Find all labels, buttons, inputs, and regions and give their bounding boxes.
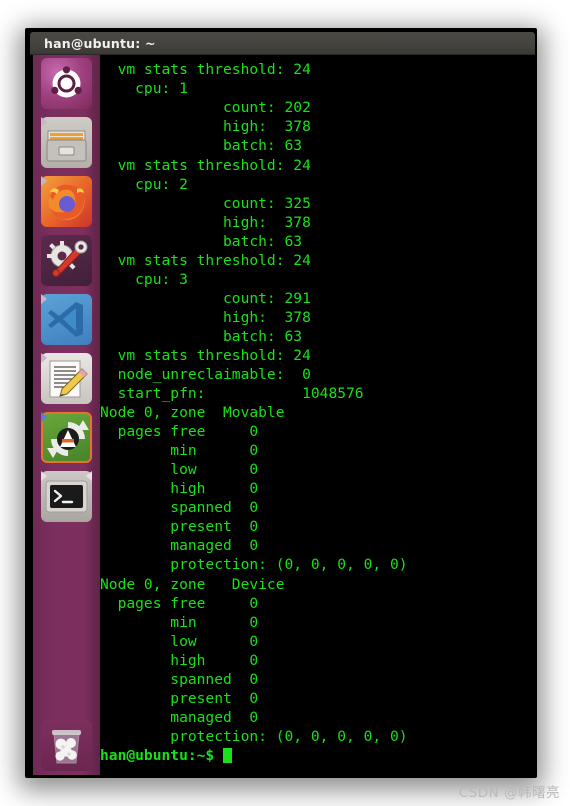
window-titlebar[interactable]: han@ubuntu: ~ xyxy=(30,32,535,55)
terminal-window[interactable]: han@ubuntu: ~ vm stats threshold: 24 cpu… xyxy=(30,32,535,775)
launcher-item-trash[interactable] xyxy=(41,720,92,771)
terminal-line: low 0 xyxy=(100,632,259,650)
terminal-icon xyxy=(41,471,92,522)
files-icon xyxy=(41,117,92,168)
terminal-line: spanned 0 xyxy=(100,670,259,688)
launcher-selection-arrow-left xyxy=(41,353,47,363)
launcher-selection-arrow-left xyxy=(41,117,47,127)
terminal-prompt-line: han@ubuntu:~$ xyxy=(100,746,408,765)
launcher-selection-arrow-left xyxy=(41,412,47,422)
terminal-line: cpu: 3 xyxy=(100,270,188,288)
terminal-line: count: 291 xyxy=(100,289,311,307)
launcher-item-software-updater[interactable] xyxy=(41,412,92,463)
terminal-line: node_unreclaimable: 0 xyxy=(100,366,311,384)
launcher-item-terminal[interactable] xyxy=(41,471,92,522)
terminal-line: batch: 63 xyxy=(100,232,303,250)
desktop-background: han@ubuntu: ~ vm stats threshold: 24 cpu… xyxy=(0,0,570,806)
terminal-line: vm stats threshold: 24 xyxy=(100,346,311,364)
launcher-selection-arrow-left xyxy=(41,176,47,186)
text-editor-icon xyxy=(41,353,92,404)
launcher-item-system-tools[interactable] xyxy=(41,235,92,286)
launcher-item-vscode[interactable] xyxy=(41,294,92,345)
terminal-line: vm stats threshold: 24 xyxy=(100,251,311,269)
terminal-line: vm stats threshold: 24 xyxy=(100,61,311,79)
trash-icon xyxy=(41,720,92,771)
terminal-line: protection: (0, 0, 0, 0, 0) xyxy=(100,727,408,745)
terminal-line: batch: 63 xyxy=(100,137,303,155)
firefox-icon xyxy=(41,176,92,227)
terminal-line: protection: (0, 0, 0, 0, 0) xyxy=(100,556,408,574)
terminal-line: min 0 xyxy=(100,442,259,460)
terminal-line: Node 0, zone Device xyxy=(100,575,285,593)
terminal-line: high 0 xyxy=(100,651,259,669)
launcher-item-firefox[interactable] xyxy=(41,176,92,227)
text-cursor xyxy=(223,747,233,763)
terminal-line: start_pfn: 1048576 xyxy=(100,385,364,403)
terminal-line: managed 0 xyxy=(100,708,259,726)
terminal-line: count: 202 xyxy=(100,99,311,117)
vscode-icon xyxy=(41,294,92,345)
terminal-output-area[interactable]: vm stats threshold: 24 cpu: 1 count: 202… xyxy=(30,55,535,775)
watermark: CSDN @韩曙亮 xyxy=(458,785,560,801)
ubuntu-icon xyxy=(41,58,92,109)
tools-icon xyxy=(41,235,92,286)
terminal-line: low 0 xyxy=(100,461,259,479)
launcher-item-text-editor[interactable] xyxy=(41,353,92,404)
terminal-line: managed 0 xyxy=(100,537,259,555)
terminal-line: Node 0, zone Movable xyxy=(100,404,285,422)
terminal-line: min 0 xyxy=(100,613,259,631)
shell-prompt: han@ubuntu:~$ xyxy=(100,746,224,764)
terminal-line: high 0 xyxy=(100,480,259,498)
launcher-selection-arrow-right xyxy=(86,471,92,481)
terminal-line: high: 378 xyxy=(100,213,311,231)
terminal-line: pages free 0 xyxy=(100,594,259,612)
launcher-selection-arrow-left xyxy=(41,471,47,481)
terminal-line: present 0 xyxy=(100,689,259,707)
terminal-text: vm stats threshold: 24 cpu: 1 count: 202… xyxy=(100,60,408,765)
terminal-line: cpu: 2 xyxy=(100,175,188,193)
window-title: han@ubuntu: ~ xyxy=(44,35,156,51)
terminal-line: cpu: 1 xyxy=(100,80,188,98)
terminal-line: present 0 xyxy=(100,518,259,536)
terminal-line: high: 378 xyxy=(100,308,311,326)
unity-launcher[interactable] xyxy=(33,55,100,775)
launcher-item-files[interactable] xyxy=(41,117,92,168)
terminal-line: spanned 0 xyxy=(100,499,259,517)
terminal-line: vm stats threshold: 24 xyxy=(100,156,311,174)
launcher-item-ubuntu-dash[interactable] xyxy=(41,58,92,109)
software-updater-icon xyxy=(41,412,92,463)
terminal-line: count: 325 xyxy=(100,194,311,212)
terminal-line: high: 378 xyxy=(100,118,311,136)
terminal-line: pages free 0 xyxy=(100,423,259,441)
launcher-selection-arrow-left xyxy=(41,294,47,304)
terminal-line: batch: 63 xyxy=(100,327,303,345)
